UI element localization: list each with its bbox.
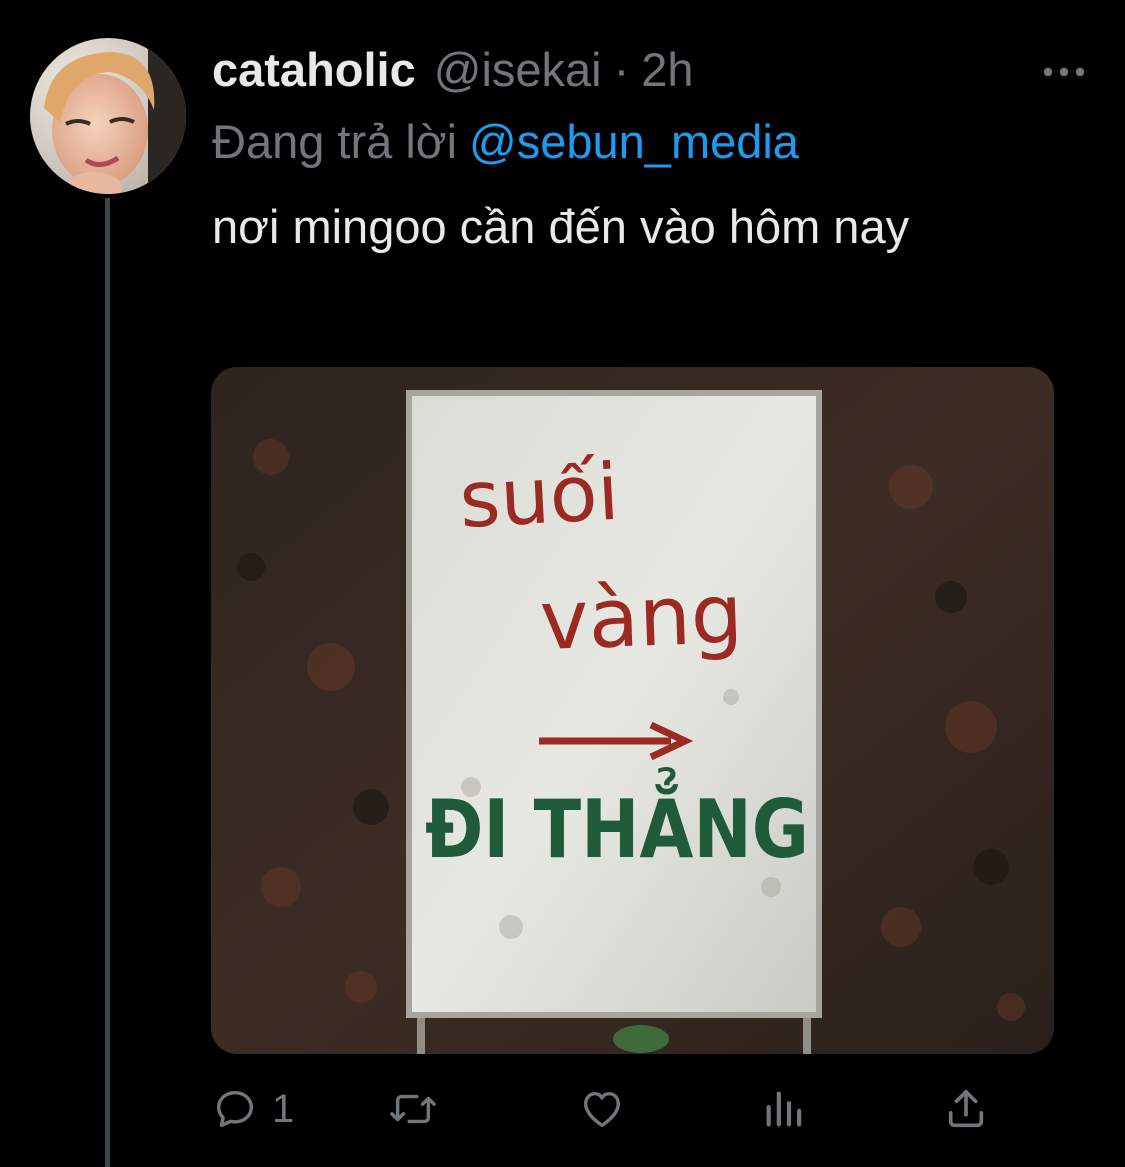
sign-text-line2: vàng — [538, 567, 744, 669]
display-name[interactable]: cataholic — [212, 42, 416, 97]
tweet: cataholic @isekai · 2h Đang trả lời @sebu… — [0, 0, 1125, 1167]
timestamp[interactable]: 2h — [641, 42, 693, 97]
analytics-button[interactable] — [762, 1082, 806, 1136]
analytics-icon — [766, 1091, 802, 1127]
tweet-text: nơi mingoo cần đến vào hôm nay — [212, 200, 910, 253]
heart-icon — [583, 1091, 621, 1128]
more-options-button[interactable] — [1040, 56, 1088, 88]
reply-count: 1 — [272, 1086, 295, 1131]
user-avatar[interactable] — [30, 38, 186, 194]
separator-dot: · — [613, 43, 630, 96]
avatar-image — [30, 38, 186, 194]
replying-to: Đang trả lời @sebun_media — [212, 114, 799, 169]
share-icon — [948, 1089, 984, 1128]
replying-to-label: Đang trả lời — [212, 115, 458, 168]
retweet-button[interactable] — [388, 1082, 438, 1136]
retweet-icon — [390, 1094, 436, 1124]
action-bar: 1 — [212, 1082, 1024, 1136]
sign-text-line3: ĐI THẲNG — [425, 766, 809, 876]
sign-photo: suối vàng ĐI THẲNG — [211, 367, 1054, 1054]
user-handle[interactable]: @isekai — [434, 42, 602, 97]
like-button[interactable] — [578, 1082, 626, 1136]
tweet-header: cataholic @isekai · 2h — [212, 42, 694, 106]
tweet-media-image[interactable]: suối vàng ĐI THẲNG — [211, 367, 1054, 1054]
sign-text-line1: suối — [457, 448, 621, 546]
reply-icon — [216, 1090, 254, 1128]
share-button[interactable] — [944, 1082, 988, 1136]
reply-mention-link[interactable]: @sebun_media — [469, 115, 799, 168]
reply-button[interactable]: 1 — [212, 1082, 294, 1136]
more-horizontal-icon — [1043, 67, 1085, 77]
thread-line — [105, 198, 110, 1167]
